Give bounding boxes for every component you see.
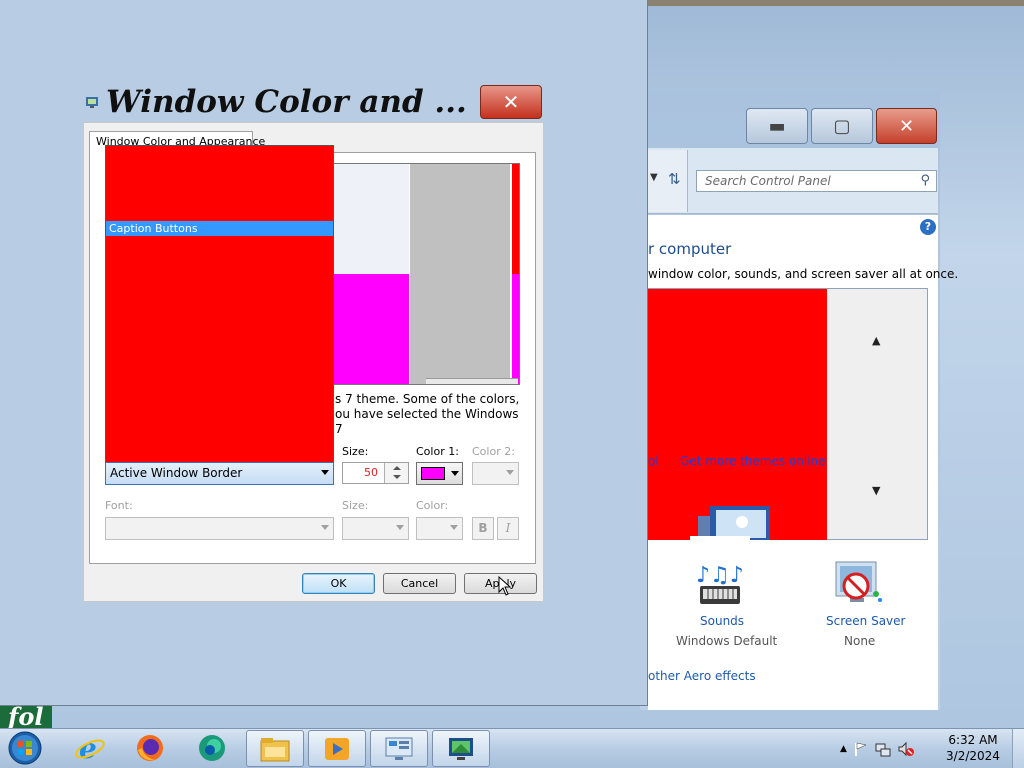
preview-edge-top — [512, 164, 519, 274]
minimize-icon: ▬ — [768, 115, 786, 137]
taskbar-clock[interactable]: 6:32 AM 3/2/2024 — [940, 732, 1006, 764]
search-icon[interactable]: ⚲ — [920, 173, 930, 188]
chevron-down-icon — [451, 471, 459, 476]
close-button[interactable]: ✕ — [876, 108, 937, 144]
control-panel-icon — [385, 737, 413, 760]
font-size-label: Size: — [342, 499, 369, 512]
scroll-up-icon[interactable]: ▲ — [872, 334, 880, 347]
size-spinner[interactable] — [384, 463, 408, 483]
search-input[interactable]: Search Control Panel ⚲ — [696, 170, 937, 192]
font-label: Font: — [105, 499, 133, 512]
page-heading: r computer — [648, 240, 732, 258]
screen-saver-icon[interactable] — [830, 560, 886, 612]
desktop-top-strip — [648, 0, 1024, 6]
taskbar-pin-firefox[interactable] — [122, 730, 178, 766]
file-explorer-icon — [260, 737, 290, 761]
clock-date: 3/2/2024 — [946, 749, 1000, 763]
get-more-themes-link[interactable]: Get more themes online — [680, 454, 826, 468]
size-label: Size: — [342, 445, 369, 458]
window-color-icon — [86, 97, 98, 108]
sounds-icon[interactable]: ♪♫♪ — [692, 560, 748, 612]
close-icon: ✕ — [898, 115, 915, 137]
maximize-icon: ▢ — [833, 115, 851, 137]
preview-scrollbar — [426, 378, 518, 384]
font-select — [105, 517, 334, 540]
font-color-label: Color: — [416, 499, 449, 512]
scroll-down-icon[interactable]: ▼ — [872, 484, 880, 497]
mouse-cursor-icon — [498, 576, 512, 596]
clock-time: 6:32 AM — [948, 733, 998, 747]
item-select-value: Active Window Border — [110, 466, 243, 480]
italic-button: I — [497, 517, 519, 540]
recent-pages-dropdown-icon[interactable]: ▼ — [650, 172, 658, 183]
font-size-select — [342, 517, 409, 540]
firefox-icon — [137, 735, 163, 761]
chevron-down-icon — [321, 470, 329, 475]
show-desktop-button[interactable] — [1012, 729, 1024, 768]
screen-saver-link[interactable]: Screen Saver — [826, 614, 905, 628]
media-player-icon — [325, 737, 349, 760]
item-dropdown-list[interactable] — [105, 145, 334, 463]
chevron-down-icon — [506, 470, 514, 475]
chevron-down-icon — [321, 525, 329, 530]
theme-link-partial[interactable]: ol — [648, 454, 659, 468]
svg-text:♪♫♪: ♪♫♪ — [696, 563, 744, 588]
screen-saver-value: None — [844, 634, 876, 648]
chevron-down-icon — [450, 525, 458, 530]
desktop-folder-label[interactable]: fol — [0, 706, 52, 728]
color1-label: Color 1: — [416, 445, 459, 458]
volume-muted-icon[interactable] — [897, 741, 915, 757]
taskbar-pin-ie[interactable]: e — [62, 730, 118, 766]
taskbar-pin-edge[interactable] — [184, 730, 240, 766]
taskbar-open-personalization[interactable] — [432, 730, 490, 767]
preview-window-area — [334, 164, 409, 274]
start-orb-icon[interactable] — [4, 729, 46, 767]
dialog-title: Window Color and ... — [106, 84, 467, 120]
search-placeholder: Search Control Panel — [705, 174, 831, 188]
taskbar-open-control-panel[interactable] — [370, 730, 428, 767]
list-item-selected[interactable]: Caption Buttons — [106, 221, 333, 236]
refresh-icon[interactable]: ⇅ — [668, 170, 681, 188]
color2-label: Color 2: — [472, 445, 515, 458]
taskbar-open-media-player[interactable] — [308, 730, 366, 767]
font-color-button — [416, 517, 463, 540]
close-icon: ✕ — [502, 90, 520, 114]
minimize-button[interactable]: ▬ — [746, 108, 808, 144]
maximize-button[interactable]: ▢ — [811, 108, 873, 144]
show-hidden-icons-icon[interactable]: ▲ — [840, 744, 847, 754]
dialog-close-button[interactable]: ✕ — [480, 85, 542, 119]
spin-up-icon[interactable] — [393, 466, 401, 470]
help-icon[interactable]: ? — [920, 219, 936, 235]
color1-swatch — [421, 467, 445, 480]
chevron-down-icon — [396, 525, 404, 530]
item-select[interactable]: Active Window Border — [105, 462, 334, 485]
edge-icon — [199, 735, 225, 761]
network-icon[interactable] — [875, 741, 891, 757]
system-tray: ▲ — [840, 734, 915, 764]
ok-button[interactable]: OK — [302, 573, 375, 594]
theme-thumbnail[interactable] — [690, 502, 785, 540]
personalization-icon — [449, 737, 473, 760]
bold-button: B — [472, 517, 494, 540]
spin-down-icon[interactable] — [393, 475, 401, 479]
sounds-link[interactable]: Sounds — [700, 614, 744, 628]
cancel-button[interactable]: Cancel — [383, 573, 456, 594]
internet-explorer-icon: e — [75, 732, 105, 764]
preview-face-area — [410, 164, 510, 384]
sounds-value: Windows Default — [676, 634, 778, 648]
theme-info-text: s 7 theme. Some of the colors, ou have s… — [335, 392, 520, 436]
preview-border-area — [334, 274, 409, 384]
page-description: window color, sounds, and screen saver a… — [648, 267, 959, 281]
aero-effects-link[interactable]: other Aero effects — [648, 669, 756, 683]
action-center-flag-icon[interactable] — [853, 741, 869, 757]
taskbar-open-explorer[interactable] — [246, 730, 304, 767]
color2-picker-button — [472, 462, 519, 485]
preview-edge-bottom — [512, 274, 519, 384]
